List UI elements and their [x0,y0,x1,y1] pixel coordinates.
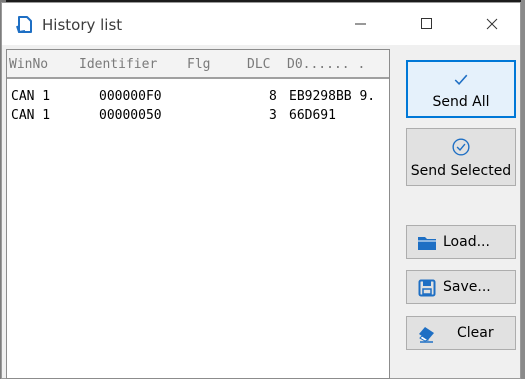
cell-identifier: 00000050 [99,108,162,123]
floppy-disk-icon [418,279,436,297]
background-desktop-right [521,0,525,379]
save-label: Save... [443,279,491,295]
send-selected-button[interactable]: Send Selected [406,128,516,186]
history-list[interactable]: WinNo Identifier Flg DLC D0...... . CAN … [6,49,390,379]
send-all-button[interactable]: Send All [406,60,516,118]
history-list-window: History list WinNo Identifier Flg DLC D0… [1,2,521,379]
clear-label: Clear [457,325,494,341]
column-header-winno[interactable]: WinNo [9,57,48,72]
list-header: WinNo Identifier Flg DLC D0...... . [7,50,389,79]
cell-data: 66D691 [289,108,336,123]
load-button[interactable]: Load... [406,225,516,259]
cell-winno: CAN 1 [11,89,51,104]
table-row[interactable]: CAN 1 000000F0 8 EB9298BB 9. [7,89,389,107]
column-header-data[interactable]: D0...... . [287,57,365,72]
cell-winno: CAN 1 [11,108,51,123]
maximize-button[interactable] [403,3,449,45]
circle-check-icon [452,138,470,156]
column-header-dlc[interactable]: DLC [247,57,270,72]
cell-dlc: 3 [269,108,277,123]
window-title: History list [42,16,123,34]
close-button[interactable] [469,3,515,45]
send-all-label: Send All [432,94,490,110]
history-document-icon [16,16,32,33]
folder-icon [418,237,436,250]
checkmark-icon [454,74,468,85]
column-header-identifier[interactable]: Identifier [79,57,157,72]
clear-button[interactable]: Clear [406,316,516,350]
table-row[interactable]: CAN 1 00000050 3 66D691 [7,108,389,126]
load-label: Load... [443,234,490,250]
minimize-button[interactable] [337,3,383,45]
maximize-icon [421,18,432,29]
cell-identifier: 000000F0 [99,89,162,104]
eraser-icon [419,327,434,343]
title-bar[interactable]: History list [2,3,520,45]
cell-data: EB9298BB 9. [289,89,376,104]
cell-dlc: 8 [269,89,277,104]
close-icon [486,18,498,30]
list-body: CAN 1 000000F0 8 EB9298BB 9. CAN 1 00000… [7,81,389,378]
column-header-flg[interactable]: Flg [187,57,210,72]
minimize-icon [355,23,366,25]
save-button[interactable]: Save... [406,270,516,304]
send-selected-label: Send Selected [410,163,512,179]
